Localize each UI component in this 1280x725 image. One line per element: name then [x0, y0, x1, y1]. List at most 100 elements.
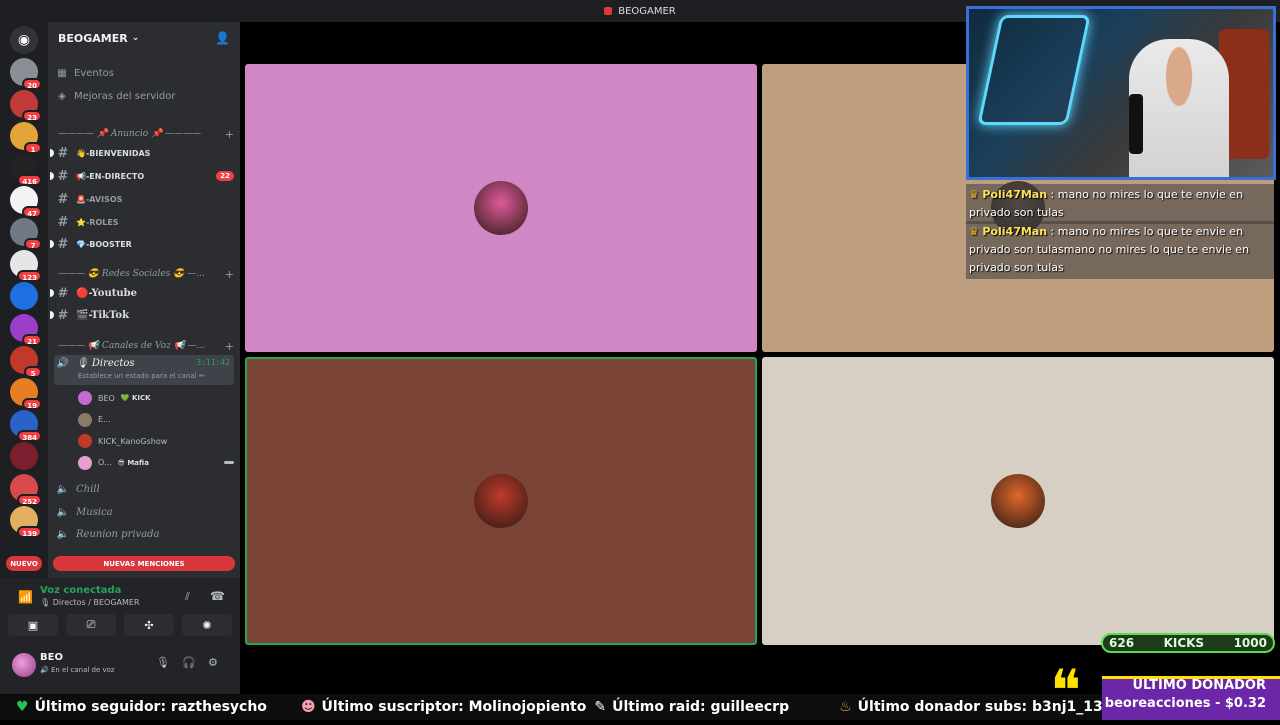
speaker-icon: 🔊 [56, 358, 70, 369]
voice-connected-label[interactable]: Voz conectada [40, 585, 121, 596]
text-channel-icon: # [57, 285, 69, 301]
microphone-icon[interactable]: 🎙 [156, 656, 170, 669]
chevron-down-icon: ⌄ [131, 33, 140, 43]
text-channel-icon: # [57, 168, 69, 184]
add-channel-icon[interactable]: + [225, 128, 234, 141]
channel-status[interactable]: Establece un estado para el canal ✏ [78, 372, 205, 380]
donor-title: ULTIMO DONADOR [1132, 678, 1266, 693]
avatar [78, 434, 92, 448]
voice-user-name: O... [98, 458, 112, 467]
heart-eyes-icon: ☻ [300, 699, 316, 715]
voice-location[interactable]: 🎙 Directos / BEOGAMER [40, 598, 140, 607]
voice-channel-musica[interactable]: 🔈 Musica [54, 502, 234, 522]
server-boosts-item[interactable]: ◈ Mejoras del servidor [54, 86, 234, 106]
server-mention-badge: 252 [17, 494, 42, 506]
server-mention-badge: 47 [22, 206, 42, 218]
server-icon[interactable]: 19 [10, 378, 42, 410]
channel-youtube[interactable]: # 🔴-Youtube [50, 283, 234, 303]
live-indicator [224, 461, 234, 464]
voice-user[interactable]: BEO 💚 KICK [78, 388, 234, 408]
category-label: ——— 📢 Canales de Voz 📢 —... [58, 341, 206, 351]
discord-home-icon[interactable]: ◉ [10, 26, 38, 54]
category-anuncio[interactable]: ———— 📌 Anuncio 📌 ———— + [58, 127, 234, 141]
channel-en-directo[interactable]: # 📢-EN-DIRECTO 22 [50, 166, 234, 186]
category-label: ——— 😎 Redes Sociales 😎 —... [58, 269, 205, 279]
channel-label: 👋-BIENVENIDAS [76, 148, 151, 158]
ticker-raid-text: Último raid: guilleecrp [612, 699, 790, 715]
participant-tile[interactable] [762, 357, 1274, 645]
invite-user-icon[interactable]: 👤 [215, 31, 230, 45]
server-icon[interactable] [10, 282, 38, 310]
server-icon[interactable]: 47 [10, 186, 42, 218]
category-canales-de-voz[interactable]: ——— 📢 Canales de Voz 📢 —... + [58, 339, 234, 353]
channel-tiktok[interactable]: # 🎬-TikTok [50, 305, 234, 325]
money-bag-icon: ♨ [839, 699, 852, 715]
last-donor-widget: ❝ ULTIMO DONADOR beoreacciones - $0.32 [1050, 657, 1280, 725]
server-icon[interactable]: 139 [10, 506, 42, 538]
activities-button[interactable]: ✣ [124, 614, 174, 636]
server-icon[interactable]: 384 [10, 410, 42, 442]
signal-icon: 📶 [18, 590, 33, 604]
noise-suppression-icon[interactable]: ⫽ [185, 590, 190, 604]
chat-username: Poli47Man [982, 188, 1048, 201]
camera-off-button[interactable]: ▣ [8, 614, 58, 636]
server-icon[interactable]: 20 [10, 58, 42, 90]
settings-gear-icon[interactable]: ⚙ [208, 656, 218, 669]
server-icon[interactable]: 7 [10, 218, 42, 250]
text-channel-icon: # [57, 236, 69, 252]
voice-channel-reunion-privada[interactable]: 🔈 Reunion privada [54, 524, 234, 544]
speaker-icon: 🔈 [56, 506, 70, 518]
quote-icon: ❝ [1050, 657, 1082, 725]
screen-share-button[interactable]: ⎚ [66, 614, 116, 636]
server-header[interactable]: BEOGAMER ⌄ 👤 [48, 22, 240, 54]
avatar[interactable] [12, 653, 36, 677]
server-icon[interactable]: 21 [10, 314, 42, 346]
voice-timer: 3:11:42 [196, 358, 230, 367]
channel-booster[interactable]: # 💎-BOOSTER [50, 234, 234, 254]
voice-channel-label: Reunion privada [76, 528, 160, 540]
participant-tile-speaking[interactable] [245, 357, 757, 645]
server-icon[interactable] [10, 442, 38, 470]
new-tag[interactable]: NUEVO [6, 556, 42, 571]
microphone [1129, 94, 1143, 154]
server-icon[interactable]: 416 [10, 154, 42, 186]
channel-roles[interactable]: # ⭐-ROLES [54, 212, 234, 232]
server-icon[interactable]: 123 [10, 250, 42, 282]
voice-user[interactable]: E... [78, 410, 234, 430]
voice-user-tag: 💚 KICK [120, 394, 151, 402]
category-redes-sociales[interactable]: ——— 😎 Redes Sociales 😎 —... + [58, 267, 234, 281]
text-channel-icon: # [57, 214, 69, 230]
mention-badge: 22 [216, 171, 234, 181]
channel-label: ⭐-ROLES [76, 217, 119, 227]
events-label: Eventos [74, 67, 114, 79]
server-icon[interactable]: 23 [10, 90, 42, 122]
server-icon[interactable]: 1 [10, 122, 42, 154]
voice-channel-label: 🎙 Directos [76, 358, 135, 369]
participant-tile[interactable] [245, 64, 757, 352]
add-channel-icon[interactable]: + [225, 268, 234, 281]
voice-user[interactable]: KICK_KanoGshow [78, 431, 234, 451]
add-channel-icon[interactable]: + [225, 340, 234, 353]
calendar-icon: ▦ [57, 67, 67, 79]
voice-channel-label: Musica [76, 506, 113, 518]
server-icon[interactable]: 252 [10, 474, 42, 506]
server-mention-badge: 20 [22, 78, 42, 90]
server-icon[interactable]: 5 [10, 346, 42, 378]
events-item[interactable]: ▦ Eventos [54, 63, 234, 83]
new-mentions-button[interactable]: NUEVAS MENCIONES [53, 556, 235, 571]
voice-channel-directos[interactable]: 🔊 🎙 Directos 3:11:42 Establece un estado… [54, 355, 234, 385]
username[interactable]: BEO [40, 652, 63, 663]
disconnect-icon[interactable]: ☎ [210, 589, 225, 603]
headphones-icon[interactable]: 🎧 [182, 656, 196, 669]
boost-icon: ◈ [58, 90, 66, 102]
participant-avatar [474, 181, 528, 235]
voice-channel-chill[interactable]: 🔈 Chill [54, 479, 234, 499]
voice-connection-panel: 📶 Voz conectada 🎙 Directos / BEOGAMER ⫽ … [0, 578, 240, 640]
voice-user-name: BEO [98, 393, 115, 403]
channel-bienvenidas[interactable]: # 👋-BIENVENIDAS [50, 143, 234, 163]
ticker-subscriber-text: Último suscriptor: Molinojopiento [321, 699, 587, 715]
channel-avisos[interactable]: # 🚨-AVISOS [54, 189, 234, 209]
voice-user[interactable]: O... 😎 Mafia [78, 453, 234, 473]
chat-message: ♛ Poli47Man : mano no mires lo que te en… [966, 221, 1274, 279]
soundboard-button[interactable]: ✺ [182, 614, 232, 636]
